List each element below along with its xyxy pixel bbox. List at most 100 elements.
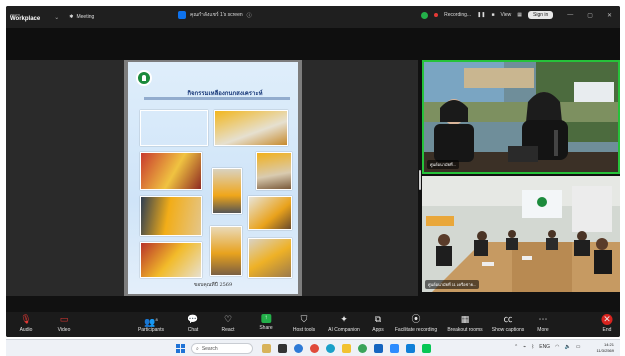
poster-photo: [140, 110, 208, 146]
taskbar-search[interactable]: ⌕ Search: [191, 343, 253, 354]
record-icon: ⦿: [411, 314, 421, 324]
poster-photo: [248, 238, 292, 278]
recording-status[interactable]: Recording...: [444, 12, 471, 18]
poster-photo: [212, 168, 242, 214]
network-icon[interactable]: ⌁: [523, 344, 526, 350]
poster-photo: [256, 152, 292, 190]
facilitate-recording-button[interactable]: ⦿ Facilitate recording: [395, 314, 437, 333]
video-tile-active-speaker[interactable]: ศูนย์อนามัยที่...: [422, 60, 620, 174]
language-indicator[interactable]: ENG: [539, 344, 550, 350]
participants-label: Participants: [137, 327, 165, 333]
poster-subtitle-line: [144, 97, 290, 100]
participant-name: ศูนย์อนามัยที่ 11 เครือข่าย...: [425, 280, 480, 289]
pause-icon[interactable]: ❚❚: [477, 12, 485, 18]
search-icon: ⌕: [196, 345, 199, 352]
zoom-app-icon[interactable]: [390, 344, 399, 353]
apps-icon: ⧉: [374, 314, 382, 324]
maximize-icon[interactable]: ▢: [587, 12, 593, 19]
edge-icon[interactable]: [326, 344, 335, 353]
end-button[interactable]: ✕ End: [601, 314, 613, 333]
shared-poster: กิจกรรมเหลืองกนกสงเคราะห์ ขอบคุณทีปี 256…: [128, 62, 298, 294]
host-tools-button[interactable]: ⛉ Host tools: [293, 314, 315, 333]
chrome-profile-icon[interactable]: [358, 344, 367, 353]
apps-button[interactable]: ⧉ Apps: [372, 314, 383, 333]
heart-icon: ♡: [223, 314, 233, 324]
ai-companion-label: AI Companion: [328, 327, 360, 333]
share-label: Share: [259, 325, 273, 331]
more-label: More: [537, 327, 549, 333]
chevron-down-icon[interactable]: ⌄: [54, 14, 59, 21]
info-icon[interactable]: ⓘ: [247, 12, 252, 19]
poster-photo: [140, 242, 202, 278]
poster-photo: [248, 196, 292, 230]
meeting-label: Meeting: [76, 14, 95, 20]
ai-companion-button[interactable]: ✦ AI Companion: [328, 314, 360, 333]
participant-count: 8: [155, 317, 158, 322]
more-icon: ⋯: [538, 314, 548, 324]
meeting-menu[interactable]: ✱ Meeting: [69, 14, 94, 20]
bluetooth-icon[interactable]: ᛒ: [531, 344, 534, 350]
stage-top-band: [6, 28, 620, 60]
end-call-icon: ✕: [601, 314, 613, 325]
react-label: React: [221, 327, 235, 333]
video-tile-conference-room[interactable]: ศูนย์อนามัยที่ 11 เครือข่าย...: [422, 176, 620, 292]
close-icon[interactable]: ✕: [607, 12, 612, 19]
line-app-icon[interactable]: [422, 344, 431, 353]
health-department-logo: [136, 70, 152, 86]
captions-label: Show captions: [491, 327, 525, 333]
breakout-grid-icon: ▦: [460, 314, 470, 324]
shared-screen: กิจกรรมเหลืองกนกสงเคราะห์ ขอบคุณทีปี 256…: [6, 60, 418, 296]
search-placeholder: Search: [201, 345, 218, 352]
end-label: End: [602, 327, 612, 333]
resize-handle[interactable]: [419, 170, 421, 190]
captions-icon: ㏄: [503, 314, 513, 324]
widgets-icon[interactable]: [262, 344, 271, 353]
audio-button[interactable]: 🎙 Audio: [20, 314, 33, 333]
microphone-muted-icon: 🎙: [20, 314, 32, 324]
taskbar-clock[interactable]: 14:21 11/3/2569: [597, 342, 615, 354]
poster-photo: [140, 152, 202, 190]
volume-icon[interactable]: 🔈: [564, 344, 570, 350]
share-button[interactable]: ↑ Share: [259, 314, 273, 331]
wifi-icon[interactable]: ◠: [555, 344, 559, 350]
grid-icon[interactable]: ▦: [517, 12, 522, 18]
minimize-icon[interactable]: —: [567, 12, 573, 18]
sparkle-icon: ✦: [340, 314, 348, 324]
video-button[interactable]: ▭ Video: [58, 314, 71, 333]
stop-icon[interactable]: ■: [491, 12, 494, 18]
captions-button[interactable]: ㏄ Show captions: [492, 314, 525, 333]
sign-in-button[interactable]: Sign in: [528, 11, 554, 19]
shield-icon: ⛉: [300, 314, 308, 324]
participants-button[interactable]: 👥8 Participants: [138, 314, 164, 333]
meeting-toolbar: 🎙 Audio ▭ Video 👥8 Participants 💬 Chat ♡…: [6, 312, 620, 337]
participant-name: ศูนย์อนามัยที่...: [427, 160, 459, 169]
share-tab[interactable]: คุณกำลังแชร์ 1's screen ⓘ: [178, 11, 252, 19]
outlook-icon[interactable]: [374, 344, 383, 353]
chat-button[interactable]: 💬 Chat: [187, 314, 198, 333]
view-button[interactable]: View: [501, 12, 512, 18]
chevron-up-icon[interactable]: ⌃: [514, 344, 518, 350]
camera-off-icon: ▭: [59, 314, 69, 324]
windows-start-icon[interactable]: [176, 344, 185, 353]
share-tab-label: คุณกำลังแชร์ 1's screen: [190, 12, 243, 18]
system-tray: ⌃ ⌁ ᛒ ENG ◠ 🔈 ▭: [514, 344, 580, 350]
breakout-rooms-button[interactable]: ▦ Breakout rooms: [447, 314, 482, 333]
clock-date: 11/3/2569: [596, 348, 615, 353]
participants-icon: 👥8: [144, 317, 158, 327]
more-button[interactable]: ⋯ More: [537, 314, 548, 333]
app-brand: zoom Workplace: [10, 12, 40, 22]
task-view-icon[interactable]: [278, 344, 287, 353]
share-screen-icon: [178, 11, 186, 19]
meeting-stage: กิจกรรมเหลืองกนกสงเคราะห์ ขอบคุณทีปี 256…: [6, 28, 620, 312]
browser-icon[interactable]: [294, 344, 303, 353]
audio-label: Audio: [19, 327, 33, 333]
battery-icon[interactable]: ▭: [576, 344, 581, 350]
poster-photo: [210, 226, 242, 276]
react-button[interactable]: ♡ React: [221, 314, 234, 333]
photos-icon[interactable]: [406, 344, 415, 353]
chrome-icon[interactable]: [310, 344, 319, 353]
poster-date: ขอบคุณทีปี 2569: [193, 282, 233, 288]
shield-icon[interactable]: [421, 11, 429, 19]
title-bar: zoom Workplace ⌄ ✱ Meeting คุณกำลังแชร์ …: [6, 6, 620, 28]
folder-icon[interactable]: [342, 344, 351, 353]
